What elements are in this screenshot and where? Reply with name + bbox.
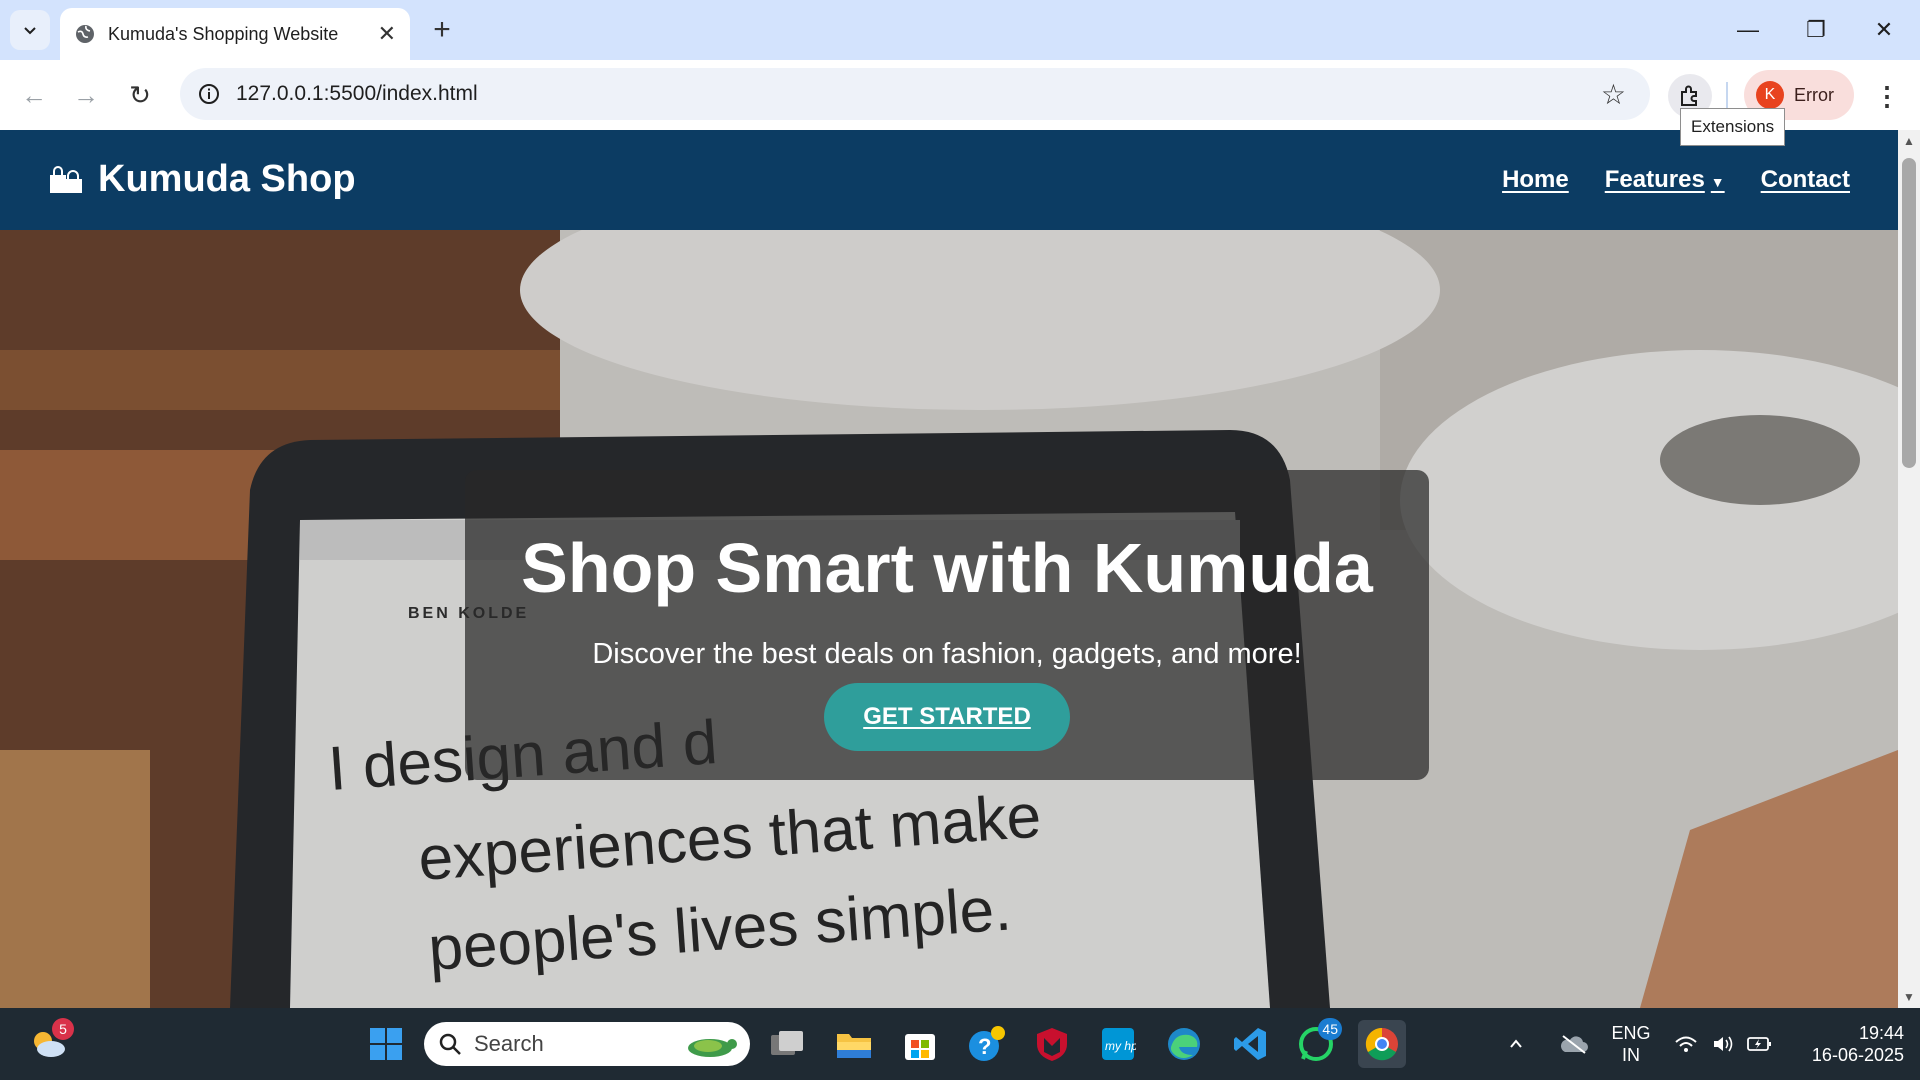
- get-started-button[interactable]: GET STARTED: [824, 683, 1070, 751]
- weather-widget[interactable]: 5: [24, 1018, 74, 1068]
- edge-button[interactable]: [1160, 1020, 1208, 1068]
- clock-time: 19:44: [1858, 1023, 1904, 1043]
- edge-icon: [1168, 1028, 1200, 1060]
- mcafee-button[interactable]: [1028, 1020, 1076, 1068]
- vscode-icon: [1234, 1028, 1266, 1060]
- avatar: K: [1756, 81, 1784, 109]
- clock[interactable]: 19:44 16-06-2025: [1792, 1022, 1904, 1066]
- bookmark-star-icon[interactable]: ☆: [1601, 78, 1626, 111]
- active-tab[interactable]: Kumuda's Shopping Website ✕: [60, 8, 410, 60]
- svg-text:my hp: my hp: [1105, 1039, 1136, 1053]
- start-button[interactable]: [362, 1020, 410, 1068]
- restore-button[interactable]: ❐: [1796, 12, 1836, 48]
- profile-status: Error: [1794, 84, 1834, 105]
- search-icon: [439, 1033, 461, 1055]
- hero-content-box: Shop Smart with Kumuda Discover the best…: [465, 470, 1429, 780]
- tab-close-icon[interactable]: ✕: [378, 21, 396, 47]
- new-tab-button[interactable]: +: [426, 13, 458, 46]
- mcafee-shield-icon: [1037, 1028, 1067, 1061]
- site-nav: Home Features ▼ Contact: [1502, 166, 1850, 194]
- browser-tab-strip: Kumuda's Shopping Website ✕ + — ❐ ✕: [0, 0, 1920, 60]
- store-button[interactable]: [896, 1020, 944, 1068]
- folder-icon: [837, 1034, 871, 1058]
- vscode-button[interactable]: [1226, 1020, 1274, 1068]
- page-scrollbar[interactable]: ▲ ▼: [1898, 130, 1920, 1008]
- hero-title: Shop Smart with Kumuda: [521, 529, 1373, 607]
- chrome-icon: [1365, 1027, 1398, 1061]
- globe-icon: [76, 25, 94, 43]
- site-header: Kumuda Shop Home Features ▼ Contact: [0, 130, 1898, 230]
- minimize-button[interactable]: —: [1728, 12, 1768, 48]
- toolbar-separator: [1726, 82, 1728, 108]
- url-text[interactable]: 127.0.0.1:5500/index.html: [236, 82, 478, 106]
- nav-features-label: Features: [1604, 166, 1705, 193]
- myhp-button[interactable]: my hp: [1094, 1020, 1142, 1068]
- myhp-icon: my hp: [1102, 1028, 1136, 1060]
- puzzle-icon: [1681, 85, 1697, 106]
- page-viewport: Kumuda Shop Home Features ▼ Contact I des…: [0, 130, 1898, 1008]
- forward-button[interactable]: →: [66, 75, 106, 115]
- task-view-icon: [771, 1031, 803, 1055]
- nav-contact-link[interactable]: Contact: [1761, 166, 1850, 194]
- back-button[interactable]: ←: [14, 75, 54, 115]
- cloud-off-icon: [1561, 1035, 1588, 1054]
- chevron-down-icon: [24, 27, 36, 35]
- site-brand[interactable]: Kumuda Shop: [48, 158, 356, 201]
- tab-title: Kumuda's Shopping Website: [108, 23, 339, 44]
- info-icon[interactable]: [198, 83, 220, 105]
- battery-status[interactable]: [1746, 1020, 1774, 1068]
- battery-charging-icon: [1747, 1037, 1771, 1051]
- whatsapp-badge: 45: [1318, 1018, 1342, 1040]
- reload-button[interactable]: ↻: [120, 75, 160, 115]
- language-indicator[interactable]: ENG IN: [1606, 1022, 1656, 1066]
- nav-home-link[interactable]: Home: [1502, 166, 1569, 194]
- whatsapp-button[interactable]: 45: [1292, 1018, 1342, 1068]
- scroll-down-icon[interactable]: ▼: [1903, 990, 1915, 1004]
- help-icon: ?: [969, 1026, 1005, 1061]
- wifi-status[interactable]: [1672, 1020, 1700, 1068]
- browser-toolbar: ← → ↻ 127.0.0.1:5500/index.html ☆ K Erro…: [0, 60, 1920, 130]
- volume-status[interactable]: [1710, 1020, 1738, 1068]
- browser-menu-button[interactable]: ⋮: [1872, 74, 1902, 118]
- close-window-button[interactable]: ✕: [1864, 12, 1904, 48]
- store-icon: [905, 1034, 935, 1060]
- address-bar[interactable]: 127.0.0.1:5500/index.html ☆: [180, 68, 1650, 120]
- chrome-button[interactable]: [1358, 1020, 1406, 1068]
- scroll-up-icon[interactable]: ▲: [1903, 134, 1915, 148]
- windows-logo-icon: [370, 1028, 402, 1060]
- file-explorer-button[interactable]: [830, 1020, 878, 1068]
- wifi-icon: [1675, 1036, 1697, 1052]
- svg-text:?: ?: [978, 1034, 991, 1059]
- shopping-bags-icon: [50, 165, 82, 193]
- taskbar-search-placeholder: Search: [474, 1031, 544, 1056]
- onedrive-button[interactable]: [1556, 1020, 1592, 1068]
- taskbar-search[interactable]: Search: [424, 1022, 750, 1066]
- tab-search-button[interactable]: [10, 10, 50, 50]
- weather-badge: 5: [52, 1018, 74, 1040]
- extensions-tooltip: Extensions: [1680, 108, 1786, 146]
- hero-subtitle: Discover the best deals on fashion, gadg…: [592, 638, 1302, 670]
- get-help-button[interactable]: ?: [962, 1020, 1010, 1068]
- speaker-icon: [1714, 1036, 1733, 1052]
- scrollbar-thumb[interactable]: [1902, 158, 1916, 468]
- language-code: ENG: [1611, 1023, 1651, 1043]
- caret-down-icon: ▼: [1710, 174, 1725, 190]
- turtle-illustration-icon: [688, 1039, 737, 1057]
- chevron-up-icon: [1510, 1039, 1522, 1048]
- task-view-button[interactable]: [764, 1020, 812, 1068]
- nav-features-link[interactable]: Features ▼: [1605, 166, 1725, 194]
- hero-section: I design and d experiences that make peo…: [0, 230, 1898, 1008]
- taskbar: 5 Search ? my hp 45 ENG IN 19:44 16-06-2…: [0, 1008, 1920, 1080]
- brand-name: Kumuda Shop: [98, 158, 356, 200]
- region-code: IN: [1622, 1045, 1640, 1065]
- show-hidden-icons-button[interactable]: [1502, 1020, 1530, 1068]
- clock-date: 16-06-2025: [1811, 1045, 1904, 1065]
